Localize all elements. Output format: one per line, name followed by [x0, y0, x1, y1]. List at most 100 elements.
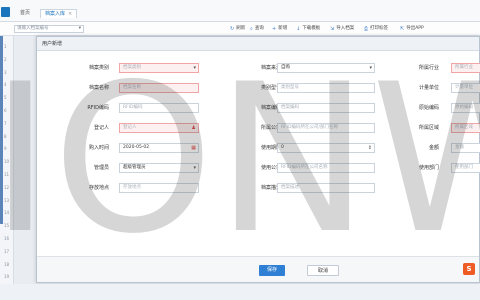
add-label: 新增 [278, 26, 288, 31]
form-field-input[interactable]: 自购 ▾ [277, 63, 375, 73]
tab-archive-inbound[interactable]: 档案入库 × [40, 9, 78, 18]
form-field-input[interactable]: 0 ⇕ [277, 143, 375, 153]
field-value: 所属行业 [455, 65, 473, 70]
form-field-input[interactable]: 档案编码 [277, 103, 375, 113]
field-value: 0 [281, 145, 284, 150]
row-number: 11 [4, 172, 10, 177]
user-icon[interactable]: ♟ [192, 124, 196, 132]
form-field-input[interactable]: 超级管理员 ▾ [119, 163, 199, 173]
field-label: 档案描述 [260, 185, 281, 191]
tab-home-label: 首页 [20, 10, 31, 16]
save-button[interactable]: 保存 [259, 265, 285, 276]
chevron-down-icon: ▾ [78, 26, 81, 31]
field-value: 超级管理员 [123, 165, 146, 170]
archive-search-combo[interactable]: 请输入档案编号 ▾ [14, 25, 84, 33]
row-number: 19 [4, 274, 10, 280]
download-template-button[interactable]: ↓ 下载模板 [296, 25, 320, 33]
form-field-input[interactable]: 所属行业 [451, 63, 480, 73]
add-button[interactable]: + 新增 [272, 25, 287, 33]
export-icon: ⇱ [400, 26, 405, 32]
form-field-input[interactable]: RFID编码所在公司名称 [277, 163, 375, 173]
form-field-input[interactable]: 档案名称 [119, 83, 199, 93]
form-field-input[interactable]: RFID编码 [119, 103, 199, 113]
field-value: 档案名称 [123, 85, 141, 90]
search-icon: ⌕ [250, 26, 253, 32]
field-label: 计量单位 [418, 85, 439, 91]
form-field-input[interactable]: 档案类别 ▾ [119, 63, 199, 73]
import-icon: ⇲ [330, 26, 335, 32]
row-number: 9 [4, 146, 7, 152]
download-icon: ↓ [296, 26, 301, 32]
print-label-button[interactable]: ⎙ 打印标签 [364, 25, 388, 33]
row-number: 12 [4, 184, 10, 190]
field-value: 档案描述 [281, 185, 299, 190]
row-number: 1 [4, 44, 7, 49]
row-number: 18 [4, 261, 10, 267]
combo-placeholder: 请输入档案编号 [17, 26, 49, 31]
field-label: 使用公司 [260, 165, 281, 171]
ime-icon[interactable]: S [463, 263, 475, 275]
dialog-title: 用户新增 [37, 37, 479, 51]
field-label: 所属公司 [260, 125, 281, 131]
row-number: 2 [4, 56, 7, 62]
cancel-button[interactable]: 取消 [307, 265, 339, 276]
field-label: 档案编码 [260, 105, 281, 111]
form-field-input[interactable]: 档案描述 [277, 183, 375, 193]
row-number: 6 [4, 108, 7, 113]
chevron-down-icon[interactable]: ▾ [369, 64, 372, 72]
calendar-icon[interactable]: ▦ [191, 144, 196, 152]
form-field-input[interactable]: 使用部门 [451, 163, 480, 173]
field-value: 2020-05-02 [123, 145, 150, 150]
row-number: 10 [4, 159, 10, 165]
print-label: 打印标签 [370, 26, 389, 31]
toolbar: 请输入档案编号 ▾ ↻ 刷新 ⌕ 查询 + 新增 ↓ 下载模板 ⇲ 导入档案 ⎙ 打印标签 … [0, 22, 480, 36]
field-value: RFID编码所在公司名称 [281, 165, 328, 170]
print-icon: ⎙ [364, 26, 369, 32]
row-number: 8 [4, 133, 7, 139]
field-label: 档案来源 [260, 65, 281, 71]
tab-home[interactable]: 首页 [16, 9, 34, 18]
field-label: 使用部门 [418, 165, 439, 171]
chevron-down-icon[interactable]: ▾ [193, 164, 196, 172]
form-field-input[interactable]: 登记人 ♟ [119, 123, 199, 133]
tab-archive-label: 档案入库 [45, 11, 66, 17]
field-label: 金额 [428, 145, 439, 151]
form-field-input[interactable]: 计量单位 [451, 83, 480, 93]
download-label: 下载模板 [302, 26, 321, 31]
row-number: 7 [4, 120, 7, 126]
row-number: 17 [4, 248, 10, 254]
form-field-input[interactable]: RFID编码所在公司/部门名称 [277, 123, 375, 133]
field-value: 类别型号 [281, 85, 299, 90]
form-field-input[interactable]: 金额 [451, 143, 480, 153]
row-number: 13 [4, 197, 10, 203]
import-label: 导入档案 [336, 26, 355, 31]
close-icon[interactable]: × [68, 11, 72, 17]
field-value: 所属区域 [455, 125, 473, 130]
field-label: 所属区域 [418, 125, 439, 131]
export-app-button[interactable]: ⇱ 导出APP [400, 25, 424, 33]
form-field-input[interactable]: 存放地点 [119, 183, 199, 193]
add-user-dialog: 用户新增 档案类别 档案类别 ▾ 档案名称 档案名称 RFID编码 RFID编码 登记人 登记人… [36, 36, 480, 283]
field-value: 档案编码 [281, 105, 299, 110]
search-button[interactable]: ⌕ 查询 [250, 25, 264, 33]
chevron-down-icon[interactable]: ▾ [193, 64, 196, 72]
form-field-input[interactable]: 所属区域 [451, 123, 480, 133]
search-label: 查询 [254, 26, 264, 31]
import-archive-button[interactable]: ⇲ 导入档案 [330, 25, 354, 33]
field-value: 登记人 [123, 125, 137, 130]
stepper-icon[interactable]: ⇕ [368, 144, 372, 152]
form-field-input[interactable]: 类别型号 [277, 83, 375, 93]
bottom-pager [0, 284, 480, 300]
top-bar: 首页 档案入库 × [0, 0, 480, 22]
field-label: 登记人 [93, 125, 109, 131]
field-value: 计量单位 [455, 85, 473, 90]
refresh-button[interactable]: ↻ 刷新 [230, 25, 245, 33]
field-label: 原始编码 [418, 105, 439, 111]
field-value: RFID编码 [123, 105, 143, 110]
add-icon: + [272, 26, 277, 32]
export-label: 导出APP [406, 26, 424, 31]
form-field-input[interactable]: 原始编码 [451, 103, 480, 113]
form-field-input[interactable]: 2020-05-02 ▦ [119, 143, 199, 153]
field-label: 购入时间 [88, 145, 109, 151]
field-label: 管理员 [93, 165, 109, 171]
